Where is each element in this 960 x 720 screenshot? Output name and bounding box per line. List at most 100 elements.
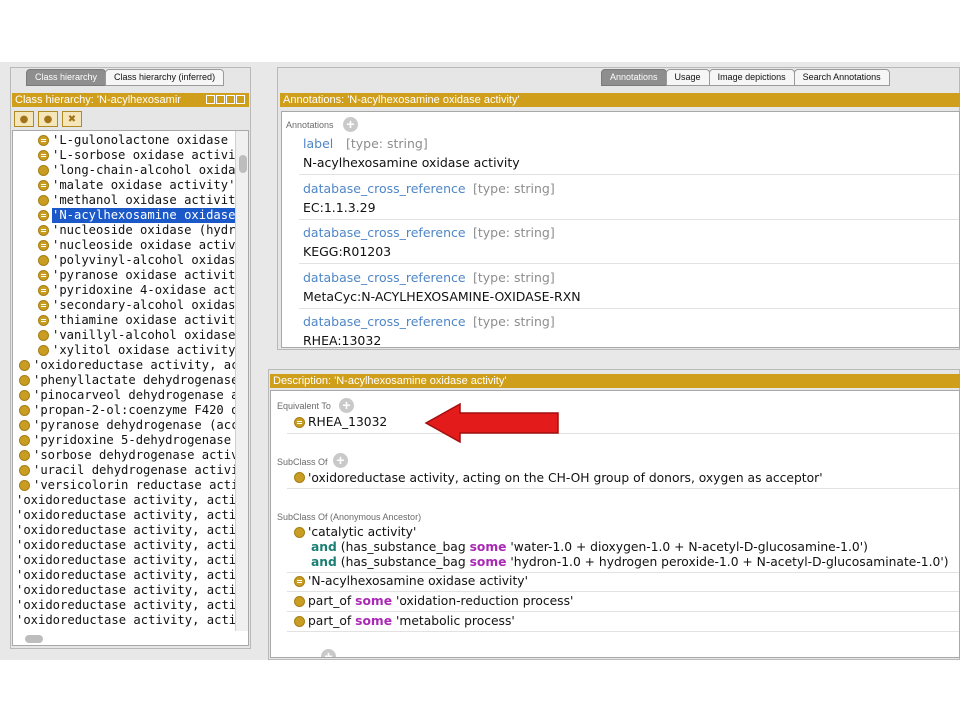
- tree-item[interactable]: 'thiamine oxidase activity' = RH: [52, 313, 235, 328]
- part-of-property: part_of: [308, 594, 352, 608]
- part-of-filler-1: 'oxidation-reduction process': [396, 594, 574, 608]
- tree-item[interactable]: 'L-gulonolactone oxidase activ: [52, 133, 235, 148]
- tree-item[interactable]: 'oxidoreductase activity, acting on p: [16, 598, 235, 613]
- class-hierarchy-titlebar: Class hierarchy: 'N-acylhexosamir: [12, 93, 249, 107]
- view-minimize-icon[interactable]: [206, 95, 215, 104]
- annotations-list: Annotations + label [type: string] N-acylh…: [281, 111, 960, 348]
- catalytic-activity-icon: [294, 527, 305, 538]
- annotation-property[interactable]: database_cross_reference: [303, 181, 466, 196]
- delete-class-icon: ✖: [67, 113, 77, 125]
- tree-item[interactable]: 'oxidoreductase activity, acting on h: [16, 523, 235, 538]
- annotation-value: MetaCyc:N-ACYLHEXOSAMINE-OXIDASE-RXN: [303, 288, 581, 304]
- add-subclass-button[interactable]: ●: [14, 111, 34, 127]
- tree-item[interactable]: 'malate oxidase activity' = RHE/: [52, 178, 235, 193]
- delete-class-button[interactable]: ✖: [62, 111, 82, 127]
- view-float-icon[interactable]: [216, 95, 225, 104]
- tree-item[interactable]: 'versicolorin reductase activity': [33, 478, 235, 493]
- tree-horizontal-thumb[interactable]: [25, 635, 43, 643]
- tab-image-depictions[interactable]: Image depictions: [708, 69, 795, 86]
- tree-item[interactable]: 'vanillyl-alcohol oxidase activi: [52, 328, 235, 343]
- tree-item[interactable]: 'xylitol oxidase activity': [52, 343, 235, 358]
- tab-annotations[interactable]: Annotations: [601, 69, 667, 86]
- view-controls: [206, 95, 245, 104]
- annotation-value: KEGG:R01203: [303, 244, 392, 259]
- part-of-metabolic-expression[interactable]: part_of some 'metabolic process': [308, 614, 515, 628]
- tree-item[interactable]: 'phenyllactate dehydrogenase act: [33, 373, 235, 388]
- equivalent-class-item[interactable]: 'N-acylhexosamine oxidase activity': [308, 574, 528, 588]
- right-tab-bar: Annotations Usage Image depictions Searc…: [601, 69, 890, 86]
- annotation-property[interactable]: database_cross_reference: [303, 314, 466, 329]
- tree-vertical-scrollbar[interactable]: [235, 131, 248, 631]
- view-maximize-icon[interactable]: [226, 95, 235, 104]
- substance-bag-line-2: and (has_substance_bag some 'hydron-1.0 …: [311, 555, 949, 569]
- tree-item[interactable]: 'pyridoxine 5-dehydrogenase act: [33, 433, 235, 448]
- tree-item[interactable]: 'polyvinyl-alcohol oxidase acti: [52, 253, 235, 268]
- tree-item[interactable]: 'pyranose dehydrogenase (accept: [33, 418, 235, 433]
- part-of-oxidation-expression[interactable]: part_of some 'oxidation-reduction proces…: [308, 594, 573, 608]
- class-node-icon: [38, 195, 49, 206]
- annotation-value: N-acylhexosamine oxidase activity: [303, 155, 520, 170]
- annotation-property[interactable]: database_cross_reference: [303, 225, 466, 240]
- tree-item[interactable]: 'propan-2-ol:coenzyme F420 ox: [33, 403, 235, 418]
- equivalent-class-item-icon: [294, 576, 305, 587]
- ancestor-separator-1: [287, 572, 959, 573]
- add-annotation-icon[interactable]: +: [343, 117, 358, 132]
- class-node-icon: [19, 450, 30, 461]
- tree-vertical-thumb[interactable]: [239, 155, 247, 173]
- class-node-icon: [19, 420, 30, 431]
- tree-item[interactable]: 'nucleoside oxidase (hydroger: [52, 223, 235, 238]
- keyword-some: some: [355, 594, 393, 608]
- class-node-icon: [19, 480, 30, 491]
- hierarchy-toolbar: ● ● ✖: [14, 111, 82, 127]
- keyword-and: and: [311, 540, 337, 554]
- tree-item[interactable]: 'oxidoreductase activity, acting on p: [16, 583, 235, 598]
- tab-class-hierarchy-inferred[interactable]: Class hierarchy (inferred): [105, 69, 225, 86]
- tab-usage[interactable]: Usage: [665, 69, 710, 86]
- annotation-property[interactable]: label: [303, 136, 333, 151]
- tree-item[interactable]: 'uracil dehydrogenase activity': [33, 463, 235, 478]
- tree-item[interactable]: 'sorbose dehydrogenase activity': [33, 448, 235, 463]
- tree-item[interactable]: 'oxidoreductase activity, acting on d: [16, 493, 235, 508]
- left-tab-bar: Class hierarchy Class hierarchy (inferre…: [26, 69, 225, 86]
- tree-item[interactable]: 'nucleoside oxidase activity' =: [52, 238, 235, 253]
- equivalent-class-icon: [294, 417, 305, 428]
- add-members-icon[interactable]: +: [321, 649, 336, 657]
- tree-item[interactable]: 'oxidoreductase activity, acting on ir: [16, 538, 235, 553]
- tree-item[interactable]: 'L-sorbose oxidase activity' = F: [52, 148, 235, 163]
- tree-item[interactable]: 'pyridoxine 4-oxidase activity': [52, 283, 235, 298]
- ancestor-separator-4: [287, 631, 959, 632]
- annotation-type: [type: string]: [473, 269, 555, 285]
- catalytic-activity-expression[interactable]: 'catalytic activity': [308, 525, 416, 539]
- tree-item[interactable]: 'methanol oxidase activity': [52, 193, 235, 208]
- superclass-icon: [294, 472, 305, 483]
- tree-item[interactable]: 'long-chain-alcohol oxidase a: [52, 163, 235, 178]
- tree-item[interactable]: 'oxidoreductase activity, acting on o: [16, 568, 235, 583]
- add-sibling-button[interactable]: ●: [38, 111, 58, 127]
- class-node-icon: [38, 165, 49, 176]
- equivalent-class-value[interactable]: RHEA_13032: [308, 415, 387, 429]
- class-node-icon: [19, 360, 30, 371]
- annotation-separator: [299, 218, 959, 220]
- add-equivalent-icon[interactable]: +: [339, 398, 354, 413]
- tree-item[interactable]: 'secondary-alcohol oxidase ac: [52, 298, 235, 313]
- tree-item[interactable]: 'pinocarveol dehydrogenase activ: [33, 388, 235, 403]
- class-node-icon: [19, 405, 30, 416]
- tree-item-selected[interactable]: 'N-acylhexosamine oxidase ac: [52, 208, 235, 223]
- tree-item[interactable]: 'pyranose oxidase activity' = Rl: [52, 268, 235, 283]
- class-node-icon: [38, 180, 49, 191]
- equivalent-separator: [287, 433, 959, 434]
- tree-item[interactable]: 'oxidoreductase activity, acting o: [33, 358, 235, 373]
- superclass-value[interactable]: 'oxidoreductase activity, acting on the …: [308, 471, 823, 485]
- class-node-icon: [38, 210, 49, 221]
- tab-search-annotations[interactable]: Search Annotations: [793, 69, 890, 86]
- keyword-some: some: [355, 614, 393, 628]
- tab-class-hierarchy[interactable]: Class hierarchy: [26, 69, 107, 86]
- tree-item[interactable]: 'oxidoreductase activity, acting on p: [16, 613, 235, 628]
- add-superclass-icon[interactable]: +: [333, 453, 348, 468]
- class-node-icon: [38, 150, 49, 161]
- tree-item[interactable]: 'oxidoreductase activity, acting on h: [16, 508, 235, 523]
- annotation-property[interactable]: database_cross_reference: [303, 270, 466, 285]
- view-close-icon[interactable]: [236, 95, 245, 104]
- class-node-icon: [38, 255, 49, 266]
- tree-item[interactable]: 'oxidoreductase activity, acting on N: [16, 553, 235, 568]
